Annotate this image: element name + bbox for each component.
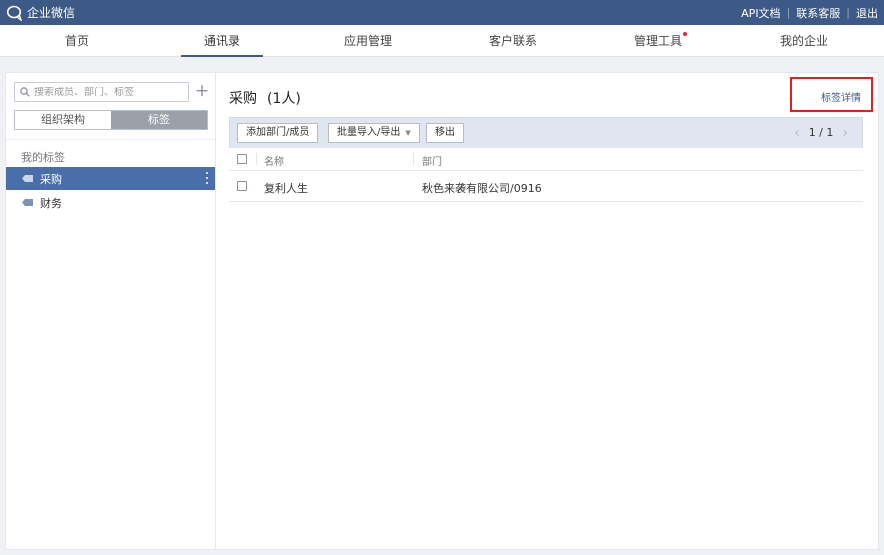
tag-name-title: 采购 bbox=[229, 91, 257, 107]
top-link-divider: | bbox=[786, 6, 791, 19]
member-department: 秋色来袭有限公司/0916 bbox=[422, 182, 542, 195]
search-box bbox=[14, 82, 189, 102]
tab-org-structure[interactable]: 组织架构 bbox=[15, 111, 111, 129]
tag-item-finance[interactable]: 财务 bbox=[6, 191, 215, 214]
notification-dot bbox=[683, 32, 687, 36]
my-tags-heading: 我的标签 bbox=[21, 151, 65, 164]
column-header-name: 名称 bbox=[264, 157, 284, 168]
tag-label: 财务 bbox=[40, 196, 62, 210]
member-name[interactable]: 复利人生 bbox=[264, 180, 308, 196]
next-page-icon[interactable]: › bbox=[842, 125, 848, 141]
nav-home[interactable]: 首页 bbox=[27, 25, 127, 57]
batch-import-export-label: 批量导入/导出 bbox=[337, 127, 401, 138]
top-link-divider: | bbox=[846, 6, 850, 19]
search-icon bbox=[20, 87, 30, 97]
app-logo[interactable]: 企业微信 bbox=[6, 4, 75, 21]
tag-label: 采购 bbox=[40, 172, 62, 186]
logout-link[interactable]: 退出 bbox=[856, 5, 878, 21]
tag-detail-link[interactable]: 标签详情 bbox=[821, 89, 861, 104]
main-nav: 首页 通讯录 应用管理 客户联系 管理工具 我的企业 bbox=[0, 25, 884, 57]
api-docs-link[interactable]: API文档 bbox=[741, 5, 780, 21]
table-header: 名称 部门 bbox=[229, 148, 863, 171]
member-count: (1人) bbox=[267, 91, 301, 107]
right-panel: 采购 (1人) 标签详情 添加部门/成员 批量导入/导出 ▼ 移出 ‹ 1 / 1 … bbox=[216, 72, 879, 550]
table-row[interactable]: 复利人生 秋色来袭有限公司/0916 bbox=[229, 171, 863, 202]
top-links: API文档 | 联系客服 | 退出 bbox=[741, 0, 878, 25]
tag-icon bbox=[22, 199, 33, 206]
top-bar: 企业微信 API文档 | 联系客服 | 退出 bbox=[0, 0, 884, 25]
toolbar: 添加部门/成员 批量导入/导出 ▼ 移出 ‹ 1 / 1 › bbox=[229, 117, 863, 148]
nav-my-company[interactable]: 我的企业 bbox=[754, 25, 854, 57]
tag-icon bbox=[22, 175, 33, 182]
page-indicator: 1 / 1 bbox=[808, 126, 834, 139]
divider bbox=[6, 139, 215, 140]
left-panel: + 组织架构 标签 我的标签 采购 财务 bbox=[5, 72, 216, 550]
wecom-logo-icon bbox=[6, 5, 23, 21]
remove-button[interactable]: 移出 bbox=[426, 123, 464, 143]
contact-support-link[interactable]: 联系客服 bbox=[796, 5, 840, 21]
page-title: 采购 (1人) bbox=[229, 88, 301, 108]
more-options-icon[interactable] bbox=[206, 172, 209, 184]
add-icon[interactable]: + bbox=[194, 81, 210, 101]
nav-app-management[interactable]: 应用管理 bbox=[318, 25, 418, 57]
pagination: ‹ 1 / 1 › bbox=[794, 118, 848, 147]
search-input[interactable] bbox=[34, 86, 184, 98]
caret-down-icon: ▼ bbox=[405, 129, 411, 137]
app-name: 企业微信 bbox=[27, 6, 76, 20]
column-divider bbox=[413, 153, 414, 165]
prev-page-icon[interactable]: ‹ bbox=[794, 125, 800, 141]
add-dept-member-button[interactable]: 添加部门/成员 bbox=[237, 123, 319, 143]
tag-item-purchasing[interactable]: 采购 bbox=[6, 167, 215, 190]
nav-customer-contact[interactable]: 客户联系 bbox=[463, 25, 563, 57]
nav-contacts[interactable]: 通讯录 bbox=[172, 25, 272, 57]
tab-tags[interactable]: 标签 bbox=[111, 111, 207, 129]
batch-import-export-button[interactable]: 批量导入/导出 ▼ bbox=[328, 123, 420, 143]
select-all-checkbox[interactable] bbox=[237, 154, 247, 164]
view-switch: 组织架构 标签 bbox=[14, 110, 208, 130]
column-header-department: 部门 bbox=[422, 157, 442, 168]
nav-management-tools[interactable]: 管理工具 bbox=[608, 25, 708, 57]
column-divider bbox=[256, 153, 257, 165]
row-checkbox[interactable] bbox=[237, 181, 247, 191]
